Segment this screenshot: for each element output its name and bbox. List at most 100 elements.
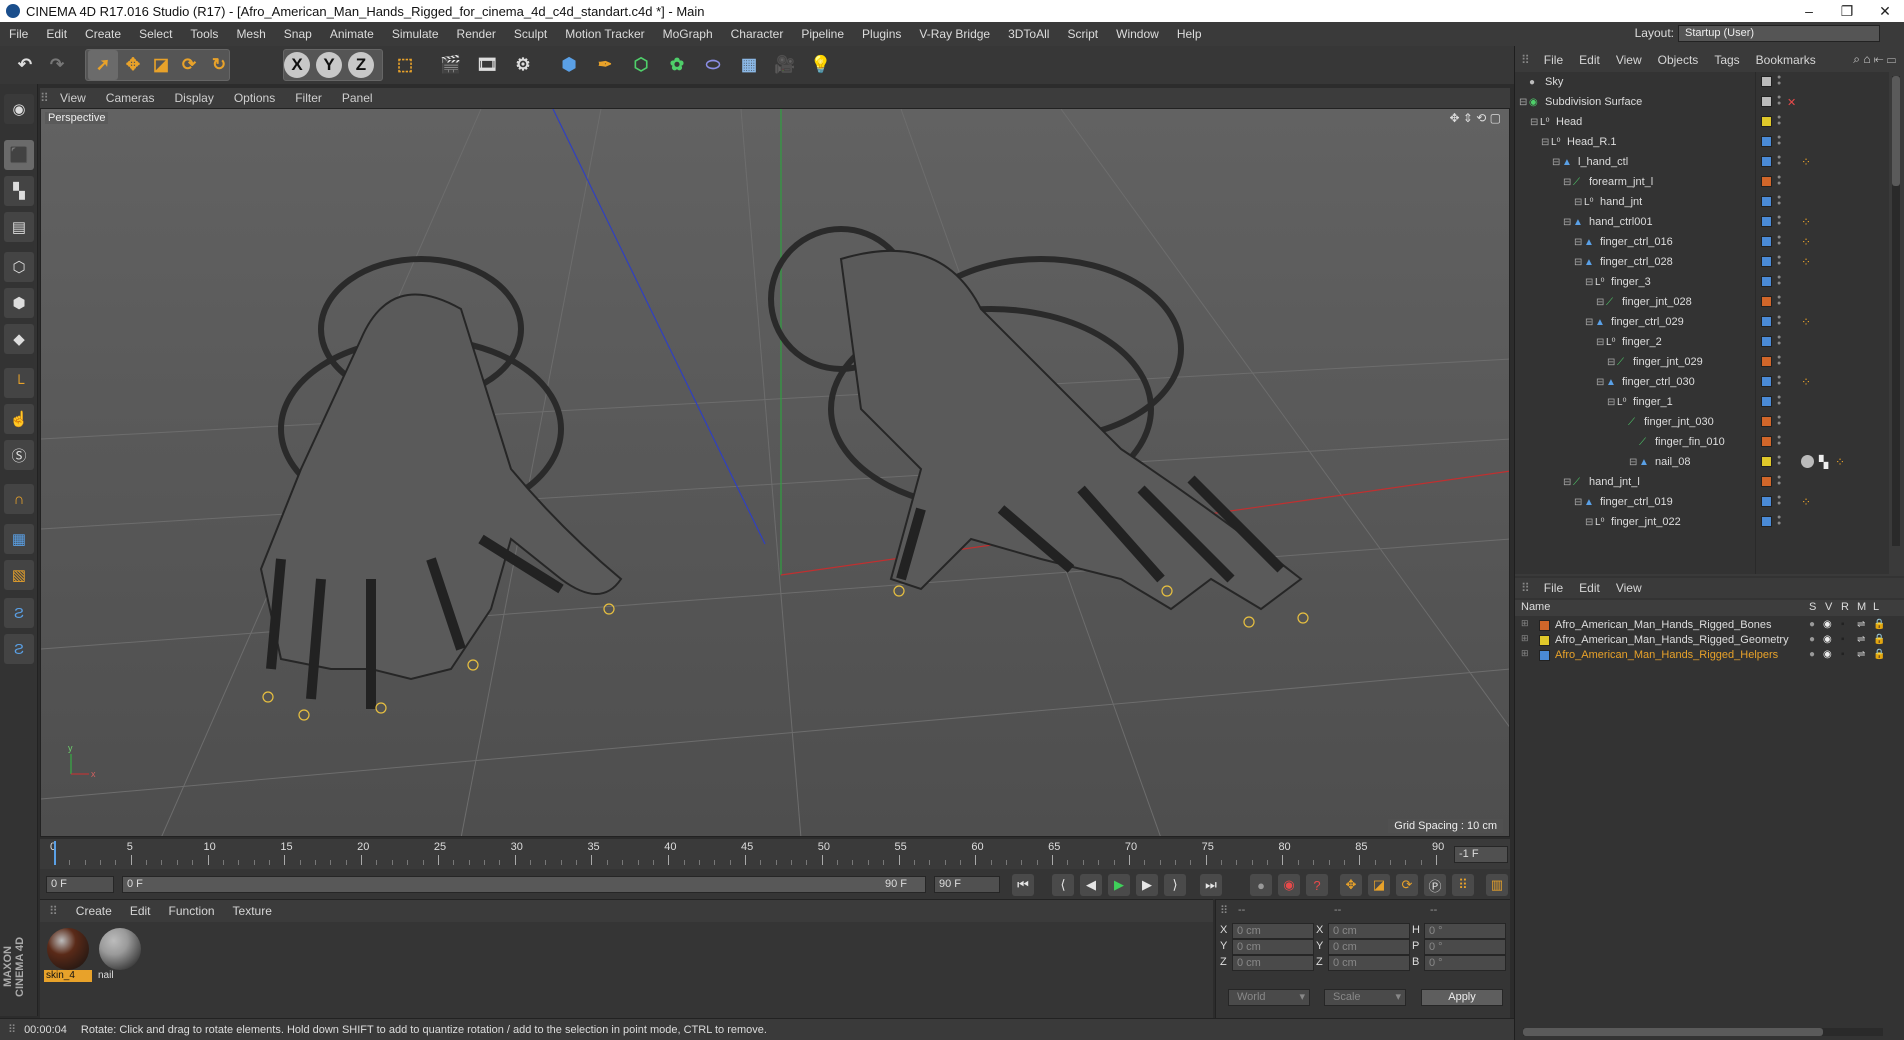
tweak-mode-icon[interactable]: ☝ bbox=[4, 404, 34, 434]
mograph-cloner-icon[interactable]: ✿ bbox=[662, 50, 692, 80]
python-script-icon[interactable]: Ƨ bbox=[4, 598, 34, 628]
visibility-dots-icon[interactable]: ● ● bbox=[1777, 74, 1781, 87]
autokeying-icon[interactable]: ◉ bbox=[1278, 874, 1300, 896]
layer-color-swatch[interactable] bbox=[1761, 496, 1772, 507]
recent-tool-icon[interactable]: ↻ bbox=[204, 50, 234, 80]
object-row[interactable]: ⊟ ▲ finger_ctrl_016 ● ● ⁘ bbox=[1515, 232, 1889, 252]
coord-value-field[interactable]: 0 ° bbox=[1424, 939, 1506, 955]
render-icon[interactable]: ▪ bbox=[1841, 619, 1845, 630]
manager-icon[interactable]: ⇌ bbox=[1857, 619, 1865, 630]
workplane-lock-icon[interactable]: ▦ bbox=[4, 524, 34, 554]
menu-item-plugins[interactable]: Plugins bbox=[853, 27, 910, 41]
layer-menu-edit[interactable]: Edit bbox=[1571, 581, 1608, 595]
solo-dot-icon[interactable]: ● bbox=[1809, 619, 1815, 630]
visibility-dots-icon[interactable]: ● ● bbox=[1777, 374, 1781, 387]
object-row[interactable]: ⊟ ⟋ forearm_jnt_l ● ● bbox=[1515, 172, 1889, 192]
object-menu-view[interactable]: View bbox=[1608, 53, 1650, 67]
timeline-window-icon[interactable]: ▥ bbox=[1486, 874, 1508, 896]
controller-tag-icon[interactable]: ⁘ bbox=[1801, 375, 1811, 389]
menu-item-edit[interactable]: Edit bbox=[37, 27, 76, 41]
controller-tag-icon[interactable]: ⁘ bbox=[1801, 155, 1811, 169]
controller-tag-icon[interactable]: ⁘ bbox=[1801, 235, 1811, 249]
minimize-button[interactable]: – bbox=[1790, 3, 1828, 19]
python-console-icon[interactable]: Ƨ bbox=[4, 634, 34, 664]
cube-object-icon[interactable]: ⬢ bbox=[554, 50, 584, 80]
layer-color-swatch[interactable] bbox=[1761, 476, 1772, 487]
coord-value-field[interactable]: 0 ° bbox=[1424, 955, 1506, 971]
transform-mode-dropdown[interactable]: Scale ▾ bbox=[1324, 989, 1406, 1006]
object-row[interactable]: ● Sky ● ● bbox=[1515, 72, 1889, 92]
object-row[interactable]: ⊟ L⁰ Head ● ● bbox=[1515, 112, 1889, 132]
visibility-dots-icon[interactable]: ● ● bbox=[1777, 414, 1781, 427]
axis-mode-icon[interactable]: └ bbox=[4, 368, 34, 398]
playhead-marker[interactable] bbox=[54, 841, 56, 865]
object-row[interactable]: ⊟ ⟋ hand_jnt_l ● ● bbox=[1515, 472, 1889, 492]
previous-key-icon[interactable]: ⟨ bbox=[1052, 874, 1074, 896]
key-parameter-icon[interactable]: Ⓟ bbox=[1424, 874, 1446, 896]
visibility-eye-icon[interactable]: ◉ bbox=[1823, 634, 1832, 645]
maximize-button[interactable]: ❐ bbox=[1828, 3, 1866, 20]
x-axis-lock-button[interactable]: X bbox=[284, 52, 310, 78]
solo-mode-icon[interactable]: Ⓢ bbox=[4, 440, 34, 470]
solo-dot-icon[interactable]: ● bbox=[1809, 649, 1815, 660]
layer-color-swatch[interactable] bbox=[1761, 436, 1772, 447]
viewport-menu-view[interactable]: View bbox=[50, 91, 96, 105]
visibility-eye-icon[interactable]: ◉ bbox=[1823, 649, 1832, 660]
expand-toggle-icon[interactable]: ⊟ bbox=[1530, 117, 1538, 128]
expand-toggle-icon[interactable]: ⊟ bbox=[1563, 217, 1571, 228]
planar-workplane-icon[interactable]: ▧ bbox=[4, 560, 34, 590]
timeline-ruler[interactable]: 051015202530354045505560657075808590 -1 … bbox=[40, 839, 1510, 869]
material-menu-create[interactable]: Create bbox=[67, 904, 121, 918]
layer-color-swatch[interactable] bbox=[1761, 376, 1772, 387]
expand-toggle-icon[interactable]: ⊟ bbox=[1519, 97, 1527, 108]
layer-color-swatch[interactable] bbox=[1761, 456, 1772, 467]
start-frame-field[interactable]: 0 F bbox=[46, 876, 114, 893]
menu-item-character[interactable]: Character bbox=[722, 27, 793, 41]
layer-color-swatch[interactable] bbox=[1761, 416, 1772, 427]
viewport-menu-panel[interactable]: Panel bbox=[332, 91, 383, 105]
controller-tag-icon[interactable]: ⁘ bbox=[1801, 215, 1811, 229]
controller-tag-icon[interactable]: ⁘ bbox=[1801, 255, 1811, 269]
layer-color-swatch[interactable] bbox=[1761, 356, 1772, 367]
object-row[interactable]: ⊟ ⟋ finger_jnt_028 ● ● bbox=[1515, 292, 1889, 312]
polygons-mode-icon[interactable]: ◆ bbox=[4, 324, 34, 354]
menu-item-select[interactable]: Select bbox=[130, 27, 181, 41]
material-menu-function[interactable]: Function bbox=[160, 904, 224, 918]
expand-toggle-icon[interactable]: ⊟ bbox=[1607, 397, 1615, 408]
object-menu-file[interactable]: File bbox=[1536, 53, 1571, 67]
lock-icon[interactable]: 🔒 bbox=[1873, 634, 1885, 645]
coord-value-field[interactable]: 0 cm bbox=[1232, 923, 1314, 939]
material-swatch[interactable]: nail bbox=[96, 926, 144, 982]
next-frame-icon[interactable]: ▶ bbox=[1136, 874, 1158, 896]
keyframe-selection-icon[interactable]: ? bbox=[1306, 874, 1328, 896]
material-menu-texture[interactable]: Texture bbox=[224, 904, 281, 918]
go-to-end-icon[interactable]: ⏭ bbox=[1200, 874, 1222, 896]
menu-item-file[interactable]: File bbox=[0, 27, 37, 41]
layer-expand-icon[interactable]: ⊞ bbox=[1521, 618, 1529, 629]
layer-color-swatch[interactable] bbox=[1761, 196, 1772, 207]
expand-toggle-icon[interactable]: ⊟ bbox=[1563, 477, 1571, 488]
viewport-menu-display[interactable]: Display bbox=[164, 91, 223, 105]
expand-toggle-icon[interactable]: ⊟ bbox=[1596, 297, 1604, 308]
layer-color-swatch[interactable] bbox=[1539, 650, 1550, 661]
controller-tag-icon[interactable]: ⁘ bbox=[1801, 315, 1811, 329]
current-frame-field[interactable]: -1 F bbox=[1454, 846, 1508, 863]
menu-item-help[interactable]: Help bbox=[1168, 27, 1211, 41]
layer-color-swatch[interactable] bbox=[1761, 236, 1772, 247]
object-row[interactable]: ⟋ finger_jnt_030 ● ● bbox=[1515, 412, 1889, 432]
disabled-check-icon[interactable]: ✕ bbox=[1787, 96, 1796, 109]
viewport-navigation-icons[interactable]: ✥ ⇕ ⟲ ▢ bbox=[1449, 111, 1501, 125]
visibility-dots-icon[interactable]: ● ● bbox=[1777, 154, 1781, 167]
key-scale-icon[interactable]: ◪ bbox=[1368, 874, 1390, 896]
layer-color-swatch[interactable] bbox=[1761, 396, 1772, 407]
layer-color-swatch[interactable] bbox=[1761, 96, 1772, 107]
object-row[interactable]: ⊟ L⁰ finger_2 ● ● bbox=[1515, 332, 1889, 352]
visibility-dots-icon[interactable]: ● ● bbox=[1777, 454, 1781, 467]
object-row[interactable]: ⊟ ◉ Subdivision Surface ● ● ✕ bbox=[1515, 92, 1889, 112]
material-swatch[interactable]: skin_4 bbox=[44, 926, 92, 982]
expand-toggle-icon[interactable]: ⊟ bbox=[1607, 357, 1615, 368]
render-icon[interactable]: ▪ bbox=[1841, 634, 1845, 645]
visibility-dots-icon[interactable]: ● ● bbox=[1777, 254, 1781, 267]
expand-toggle-icon[interactable]: ⊟ bbox=[1585, 517, 1593, 528]
object-row[interactable]: ⊟ ▲ nail_08 ● ● ▚ ⁘ bbox=[1515, 452, 1889, 472]
